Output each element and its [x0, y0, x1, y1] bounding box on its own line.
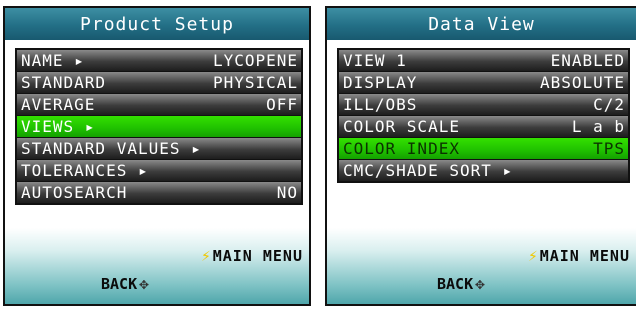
screen-title: Data View	[327, 8, 636, 40]
menu-item-color-index[interactable]: COLOR INDEX TPS	[339, 138, 628, 159]
menu-item-label: VIEW 1	[343, 51, 407, 70]
menu-item-value: L a b	[571, 117, 625, 136]
menu-item-name[interactable]: NAME ▸ LYCOPENE	[17, 50, 301, 71]
menu-item-ill-obs[interactable]: ILL/OBS C/2	[339, 94, 628, 115]
menu-item-label: ILL/OBS	[343, 95, 418, 114]
menu-item-autosearch[interactable]: AUTOSEARCH NO	[17, 182, 301, 203]
menu-item-standard[interactable]: STANDARD PHYSICAL	[17, 72, 301, 93]
menu-item-label: COLOR SCALE	[343, 117, 460, 136]
back-button[interactable]: BACK ✥	[437, 274, 485, 293]
menu-item-value: C/2	[593, 95, 625, 114]
menu-item-label: STANDARD	[21, 73, 107, 92]
data-view-screen: Data View VIEW 1 ENABLED DISPLAY ABSOLUT…	[325, 6, 636, 306]
menu-item-label: CMC/SHADE SORT ▸	[343, 161, 514, 180]
menu-item-value: PHYSICAL	[212, 73, 298, 92]
screen-footer	[5, 228, 309, 304]
menu-item-label: AVERAGE	[21, 95, 96, 114]
back-label: BACK	[437, 274, 474, 293]
menu-item-value: LYCOPENE	[212, 51, 298, 70]
menu-item-view-1[interactable]: VIEW 1 ENABLED	[339, 50, 628, 71]
menu-item-label: DISPLAY	[343, 73, 418, 92]
back-label: BACK	[101, 274, 138, 293]
data-view-menu: VIEW 1 ENABLED DISPLAY ABSOLUTE ILL/OBS …	[337, 48, 630, 183]
lightning-bolt-icon: ⚡	[528, 246, 539, 265]
menu-item-label: NAME ▸	[21, 51, 85, 70]
menu-item-tolerances[interactable]: TOLERANCES ▸	[17, 160, 301, 181]
lightning-bolt-icon: ⚡	[201, 246, 212, 265]
menu-item-value: ABSOLUTE	[539, 73, 625, 92]
menu-item-value: NO	[276, 183, 298, 202]
product-setup-menu: NAME ▸ LYCOPENE STANDARD PHYSICAL AVERAG…	[15, 48, 303, 205]
menu-item-views[interactable]: VIEWS ▸	[17, 116, 301, 137]
product-setup-screen: Product Setup NAME ▸ LYCOPENE STANDARD P…	[3, 6, 311, 306]
main-menu-label: MAIN MENU	[212, 246, 303, 265]
menu-item-color-scale[interactable]: COLOR SCALE L a b	[339, 116, 628, 137]
main-menu-button[interactable]: ⚡ MAIN MENU	[201, 246, 303, 265]
directional-pad-icon: ✥	[475, 274, 485, 293]
menu-item-label: AUTOSEARCH	[21, 183, 128, 202]
menu-item-display[interactable]: DISPLAY ABSOLUTE	[339, 72, 628, 93]
main-menu-label: MAIN MENU	[539, 246, 630, 265]
main-menu-button[interactable]: ⚡ MAIN MENU	[528, 246, 630, 265]
menu-item-value: TPS	[593, 139, 625, 158]
menu-item-standard-values[interactable]: STANDARD VALUES ▸	[17, 138, 301, 159]
menu-item-label: VIEWS ▸	[21, 117, 96, 136]
menu-item-label: STANDARD VALUES ▸	[21, 139, 202, 158]
screen-title: Product Setup	[5, 8, 309, 40]
back-button[interactable]: BACK ✥	[101, 274, 149, 293]
menu-item-average[interactable]: AVERAGE OFF	[17, 94, 301, 115]
menu-item-label: TOLERANCES ▸	[21, 161, 149, 180]
menu-item-value: ENABLED	[550, 51, 625, 70]
menu-item-value: OFF	[266, 95, 298, 114]
menu-item-label: COLOR INDEX	[343, 139, 460, 158]
directional-pad-icon: ✥	[139, 274, 149, 293]
menu-item-cmc-shade-sort[interactable]: CMC/SHADE SORT ▸	[339, 160, 628, 181]
